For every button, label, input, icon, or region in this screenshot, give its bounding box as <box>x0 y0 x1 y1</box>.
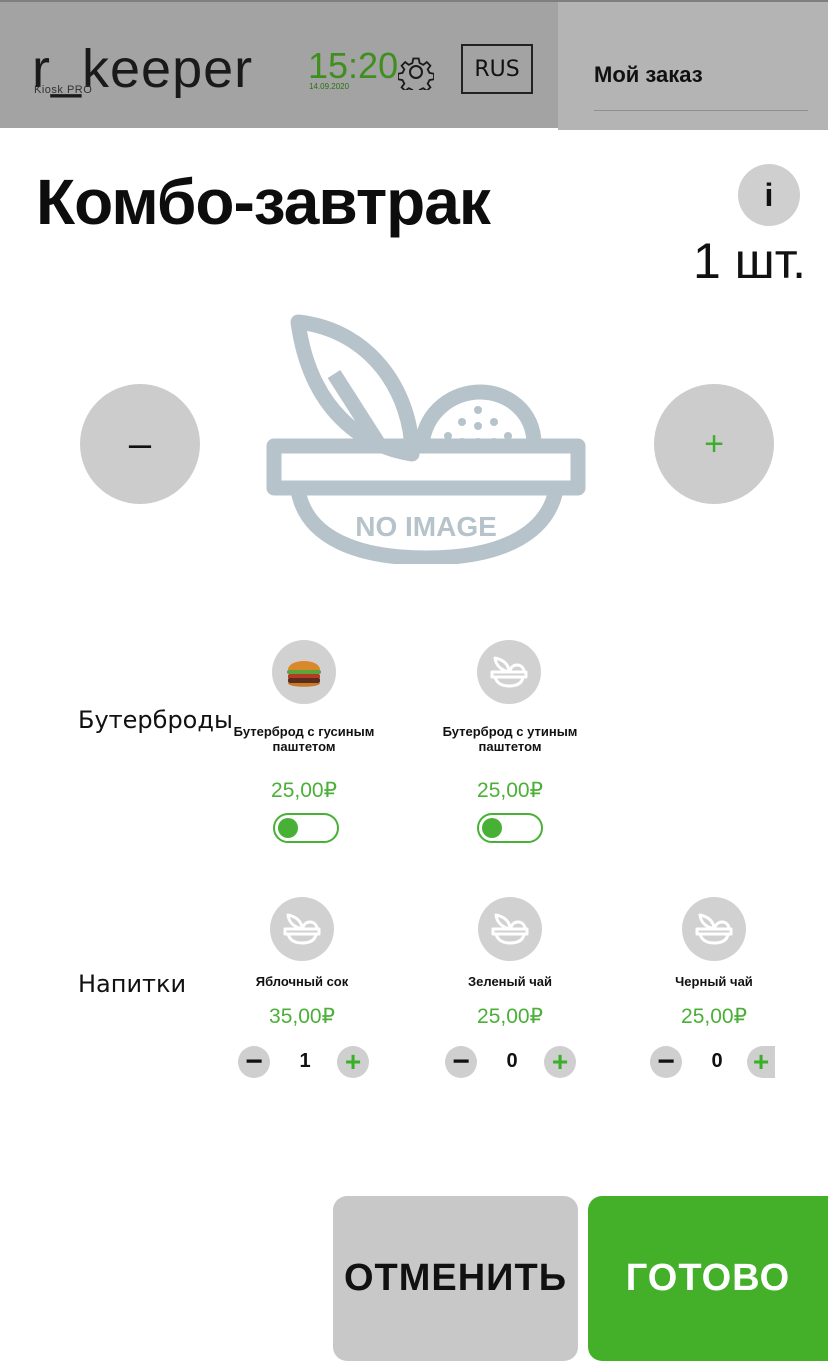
decrease-black-tea-button[interactable]: − <box>650 1046 682 1078</box>
group-label-sandwiches: Бутерброды <box>78 706 233 734</box>
toggle-knob <box>278 818 298 838</box>
item-image-apple-juice <box>270 897 334 961</box>
increase-black-tea-button[interactable]: + <box>747 1046 775 1078</box>
item-price-duck-sandwich: 25,00₽ <box>477 779 543 802</box>
item-name-black-tea: Черный чай <box>675 974 753 989</box>
item-image-duck-sandwich <box>477 640 541 704</box>
divider <box>594 110 808 111</box>
no-image-icon <box>490 656 528 688</box>
item-price-green-tea: 25,00₽ <box>477 1005 543 1028</box>
clock-time: 15:20 <box>308 45 399 86</box>
item-price-black-tea: 25,00₽ <box>681 1005 747 1028</box>
language-button[interactable]: RUS <box>461 44 533 94</box>
item-image-black-tea <box>682 897 746 961</box>
increase-quantity-button[interactable]: + <box>654 384 774 504</box>
item-name-goose-sandwich: Бутерброд с гусиным паштетом <box>233 724 375 754</box>
no-image-icon <box>695 913 733 945</box>
toggle-duck-sandwich[interactable] <box>477 813 543 843</box>
decrease-apple-juice-button[interactable]: − <box>238 1046 270 1078</box>
item-image-green-tea <box>478 897 542 961</box>
my-order-title: Мой заказ <box>594 62 703 87</box>
info-button[interactable]: i <box>738 164 800 226</box>
item-name-apple-juice: Яблочный сок <box>255 974 349 989</box>
my-order-panel[interactable]: Мой заказ <box>558 2 828 130</box>
count-green-tea: 0 <box>506 1050 518 1072</box>
item-image-goose-sandwich <box>272 640 336 704</box>
count-apple-juice: 1 <box>299 1050 311 1072</box>
top-bar: r_keeper Kiosk PRO 15:20 14.09.2020 RUS … <box>0 0 828 130</box>
brand-subtitle: Kiosk PRO <box>34 84 93 96</box>
clock-date: 14.09.2020 <box>309 82 350 91</box>
page-title: Комбо-завтрак <box>36 166 491 238</box>
no-image-icon: NO IMAGE <box>266 314 586 564</box>
burger-icon <box>287 661 321 687</box>
quantity-label: 1 шт. <box>692 233 806 289</box>
toggle-goose-sandwich[interactable] <box>273 813 339 843</box>
toggle-knob <box>482 818 502 838</box>
item-price-goose-sandwich: 25,00₽ <box>271 779 337 802</box>
done-button[interactable]: ГОТОВО <box>588 1196 828 1361</box>
count-black-tea: 0 <box>711 1050 723 1072</box>
gear-icon[interactable] <box>398 54 434 90</box>
item-name-green-tea: Зеленый чай <box>467 974 553 989</box>
no-image-icon <box>491 913 529 945</box>
item-price-apple-juice: 35,00₽ <box>269 1005 335 1028</box>
group-label-drinks: Напитки <box>78 970 187 998</box>
no-image-icon <box>283 913 321 945</box>
item-name-duck-sandwich: Бутерброд с утиным паштетом <box>442 724 578 754</box>
decrease-green-tea-button[interactable]: − <box>445 1046 477 1078</box>
increase-apple-juice-button[interactable]: + <box>337 1046 369 1078</box>
cancel-button[interactable]: ОТМЕНИТЬ <box>333 1196 578 1361</box>
decrease-quantity-button[interactable]: – <box>80 384 200 504</box>
no-image-text: NO IMAGE <box>355 511 497 542</box>
increase-green-tea-button[interactable]: + <box>544 1046 576 1078</box>
